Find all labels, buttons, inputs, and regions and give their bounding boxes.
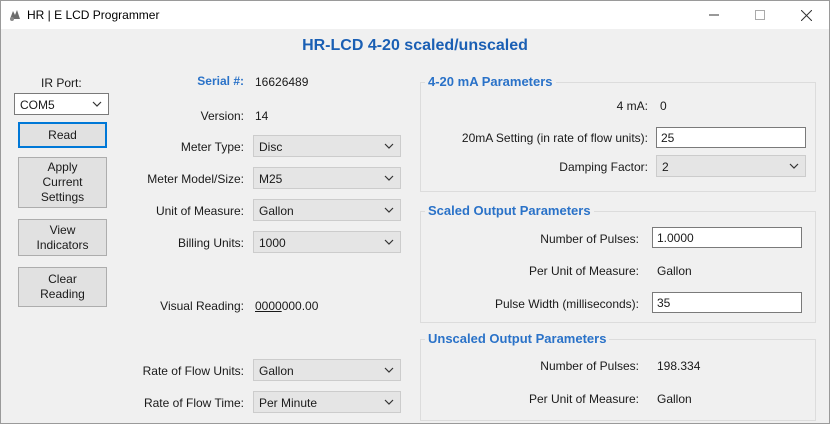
unscaled-output-title: Unscaled Output Parameters	[425, 331, 610, 346]
visual-reading-value: 0000000.00	[255, 299, 318, 313]
rate-of-flow-time-value: Per Minute	[259, 396, 318, 410]
ma-parameters-title: 4-20 mA Parameters	[425, 74, 556, 89]
unscaled-pulses-label: Number of Pulses:	[540, 359, 639, 373]
damping-factor-select[interactable]: 2	[656, 155, 806, 177]
minimize-icon	[709, 14, 719, 16]
twenty-ma-label: 20mA Setting (in rate of flow units):	[461, 131, 648, 145]
meter-model-label: Meter Model/Size:	[147, 172, 244, 186]
close-icon	[800, 9, 812, 21]
scaled-per-unit-label: Per Unit of Measure:	[528, 264, 639, 278]
clear-reading-button[interactable]: Clear Reading	[18, 267, 107, 307]
version-label: Version:	[200, 109, 244, 123]
rate-of-flow-units-select[interactable]: Gallon	[253, 359, 401, 381]
chevron-down-icon	[384, 399, 394, 405]
meter-type-label: Meter Type:	[180, 140, 244, 154]
damping-factor-label: Damping Factor:	[559, 160, 648, 174]
unit-of-measure-label: Unit of Measure:	[155, 204, 244, 218]
chevron-down-icon	[384, 367, 394, 373]
meter-type-select[interactable]: Disc	[253, 135, 401, 157]
pulse-width-label: Pulse Width (milliseconds):	[494, 297, 639, 311]
pulse-width-value: 35	[657, 296, 671, 310]
apply-current-settings-button[interactable]: Apply Current Settings	[18, 157, 107, 208]
chevron-down-icon	[384, 143, 394, 149]
visual-reading-label: Visual Reading:	[160, 299, 244, 313]
unit-of-measure-select[interactable]: Gallon	[253, 199, 401, 221]
title-bar: HR | E LCD Programmer	[1, 1, 829, 29]
meter-model-select[interactable]: M25	[253, 167, 401, 189]
rate-of-flow-units-value: Gallon	[259, 364, 294, 378]
rate-of-flow-units-label: Rate of Flow Units:	[142, 364, 244, 378]
window-title: HR | E LCD Programmer	[27, 8, 160, 22]
ir-port-select[interactable]: COM5	[14, 93, 109, 115]
app-icon	[10, 10, 20, 21]
visual-reading-digits: 000.00	[281, 299, 319, 313]
serial-label: Serial #:	[197, 74, 244, 88]
maximize-icon	[755, 10, 765, 20]
chevron-down-icon	[92, 101, 102, 107]
maximize-button[interactable]	[737, 1, 783, 29]
billing-units-label: Billing Units:	[177, 236, 244, 250]
twenty-ma-value: 25	[661, 131, 675, 145]
meter-type-value: Disc	[259, 140, 283, 154]
chevron-down-icon	[384, 239, 394, 245]
unscaled-pulses-value: 198.334	[657, 359, 701, 373]
view-indicators-button[interactable]: View Indicators	[18, 219, 107, 256]
scaled-pulses-value: 1.0000	[657, 231, 694, 245]
chevron-down-icon	[384, 175, 394, 181]
minimize-button[interactable]	[691, 1, 737, 29]
scaled-output-title: Scaled Output Parameters	[425, 203, 594, 218]
four-ma-value: 0	[660, 99, 667, 113]
pulse-width-input[interactable]: 35	[652, 292, 802, 313]
scaled-per-unit-value: Gallon	[657, 264, 692, 278]
unscaled-output-group	[420, 339, 816, 421]
read-button[interactable]: Read	[18, 122, 107, 148]
scaled-pulses-input[interactable]: 1.0000	[652, 227, 802, 248]
chevron-down-icon	[384, 207, 394, 213]
twenty-ma-input[interactable]: 25	[656, 127, 806, 148]
meter-model-value: M25	[259, 172, 283, 186]
billing-units-value: 1000	[259, 236, 286, 250]
ir-port-value: COM5	[20, 98, 55, 112]
page-heading: HR-LCD 4-20 scaled/unscaled	[302, 37, 528, 54]
version-value: 14	[255, 109, 269, 123]
billing-units-select[interactable]: 1000	[253, 231, 401, 253]
close-button[interactable]	[783, 1, 829, 29]
scaled-pulses-label: Number of Pulses:	[540, 232, 639, 246]
ir-port-label: IR Port:	[41, 76, 82, 90]
unscaled-per-unit-value: Gallon	[657, 392, 692, 406]
serial-value: 16626489	[255, 75, 309, 89]
unscaled-per-unit-label: Per Unit of Measure:	[528, 392, 639, 406]
rate-of-flow-time-label: Rate of Flow Time:	[143, 396, 244, 410]
unit-of-measure-value: Gallon	[259, 204, 294, 218]
app-window: HR | E LCD Programmer HR-LCD 4-20 scaled…	[0, 0, 830, 424]
damping-factor-value: 2	[662, 160, 669, 174]
chevron-down-icon	[789, 163, 799, 169]
visual-reading-digits-underlined: 0000	[255, 299, 282, 313]
four-ma-label: 4 mA:	[616, 99, 648, 113]
rate-of-flow-time-select[interactable]: Per Minute	[253, 391, 401, 413]
